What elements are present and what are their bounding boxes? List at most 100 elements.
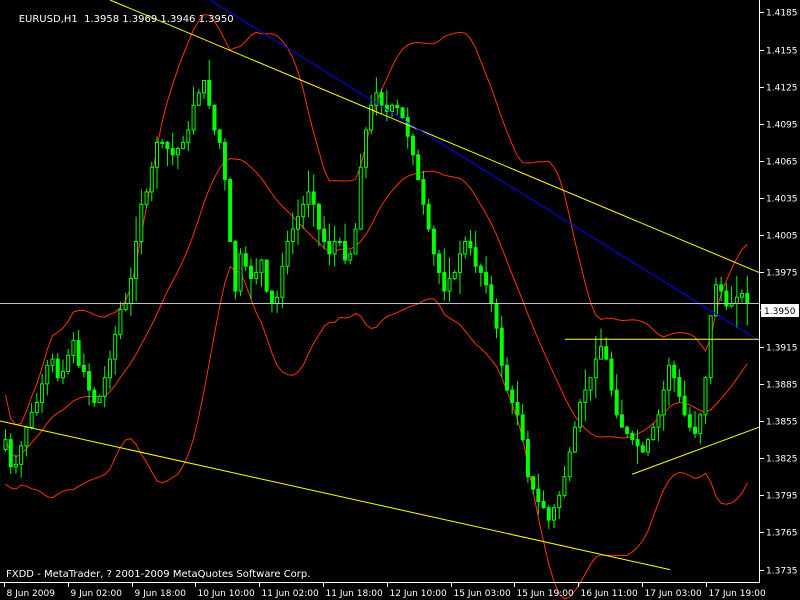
candle-body — [149, 166, 154, 193]
candle-body — [405, 117, 410, 137]
candle — [400, 107, 405, 119]
candle-body — [619, 414, 624, 428]
candle-body — [259, 259, 264, 273]
candle-body — [311, 191, 316, 205]
candle-body — [60, 370, 65, 379]
candle-body — [13, 463, 18, 468]
candle-body — [113, 333, 118, 360]
candle-body — [515, 401, 520, 416]
candle-body — [473, 247, 478, 267]
candle-body — [154, 141, 159, 168]
ytick-label: 1.3975 — [766, 269, 798, 279]
candle-body — [494, 302, 499, 329]
candle-body — [87, 370, 92, 391]
candle-body — [567, 451, 572, 478]
candle-body — [599, 346, 604, 360]
ytick-label: 1.3735 — [766, 567, 798, 577]
candle-body — [76, 340, 81, 366]
candle-body — [285, 240, 290, 267]
candle-body — [442, 271, 447, 292]
candle-body — [3, 439, 8, 451]
candle-body — [144, 191, 149, 205]
candle-body — [332, 240, 337, 255]
candle-body — [275, 296, 280, 304]
candle-body — [222, 141, 227, 181]
candle-body — [348, 253, 353, 261]
candle-body — [358, 166, 363, 230]
xtick-label: 9 Jun 18:00 — [135, 589, 187, 599]
candle-body — [510, 389, 515, 403]
candle-body — [661, 389, 666, 416]
xtick-label: 12 Jun 10:00 — [390, 589, 447, 599]
candle-body — [238, 253, 243, 292]
candle — [567, 447, 572, 482]
candle-body — [81, 364, 86, 372]
candle-body — [609, 358, 614, 391]
candle-body — [24, 426, 29, 447]
candle-body — [703, 377, 708, 416]
ytick-label: 1.4185 — [766, 9, 798, 19]
ytick-label: 1.4155 — [766, 47, 798, 57]
price-chart[interactable]: 1.4185 1.4155 1.4125 1.4095 1.4065 1.4035 1.40… — [0, 0, 800, 600]
candle-body — [478, 265, 483, 273]
xtick-label: 15 Jun 19:00 — [517, 589, 574, 599]
candle-body — [123, 302, 128, 311]
candle-body — [740, 292, 745, 298]
candle-body — [50, 358, 55, 366]
candle-body — [588, 377, 593, 391]
candle-body — [525, 439, 530, 478]
candle-body — [102, 377, 107, 397]
ohlc-values: 1.3958 1.3969 1.3946 1.3950 — [84, 14, 234, 25]
candle-body — [40, 383, 45, 403]
candle-body — [19, 445, 24, 465]
candle-body — [651, 426, 656, 441]
candle-body — [672, 364, 677, 379]
ytick-label: 1.3855 — [766, 418, 798, 428]
candle-body — [536, 488, 541, 503]
candle-body — [160, 141, 165, 144]
candle-body — [656, 414, 661, 428]
candle-body — [677, 377, 682, 397]
candle-body — [698, 414, 703, 434]
candle — [97, 394, 102, 404]
xtick-label: 15 Jun 03:00 — [454, 589, 511, 599]
chart-window[interactable]: 1.4185 1.4155 1.4125 1.4095 1.4065 1.4035 1.40… — [0, 0, 800, 600]
candle-body — [107, 358, 112, 379]
candle-body — [682, 395, 687, 416]
candle-body — [572, 426, 577, 453]
symbol-label: EURUSD,H1 — [18, 14, 78, 25]
xtick-label: 11 Jun 02:00 — [262, 589, 319, 599]
plot-area[interactable] — [0, 0, 759, 582]
candle-body — [646, 439, 651, 453]
candle-body — [635, 439, 640, 447]
candle — [708, 315, 713, 385]
candle-body — [578, 401, 583, 428]
candle-body — [625, 426, 630, 434]
candle-body — [431, 228, 436, 255]
candle — [578, 398, 583, 433]
candle-body — [191, 104, 196, 131]
candle-body — [416, 154, 421, 181]
candle-body — [139, 203, 144, 242]
candle-body — [745, 292, 750, 304]
candle-body — [734, 296, 739, 304]
candle-body — [693, 426, 698, 434]
candle-body — [551, 507, 556, 521]
ytick-label: 1.3825 — [766, 455, 798, 465]
xtick-label: 9 Jun 02:00 — [71, 589, 123, 599]
candle-body — [29, 411, 34, 428]
bid-price-label: 1.3950 — [764, 307, 796, 317]
ytick-label: 1.4095 — [766, 121, 798, 131]
candle-body — [66, 354, 71, 372]
candle-body — [379, 92, 384, 106]
candle-body — [593, 358, 598, 379]
candle-body — [708, 315, 713, 379]
candle-body — [666, 364, 671, 391]
candle-body — [8, 439, 13, 468]
candle-body — [181, 141, 186, 150]
candle-body — [520, 414, 525, 441]
xtick-label: 17 Jun 03:00 — [645, 589, 702, 599]
candle-body — [499, 327, 504, 366]
candle-body — [614, 389, 619, 416]
candle-body — [640, 445, 645, 453]
